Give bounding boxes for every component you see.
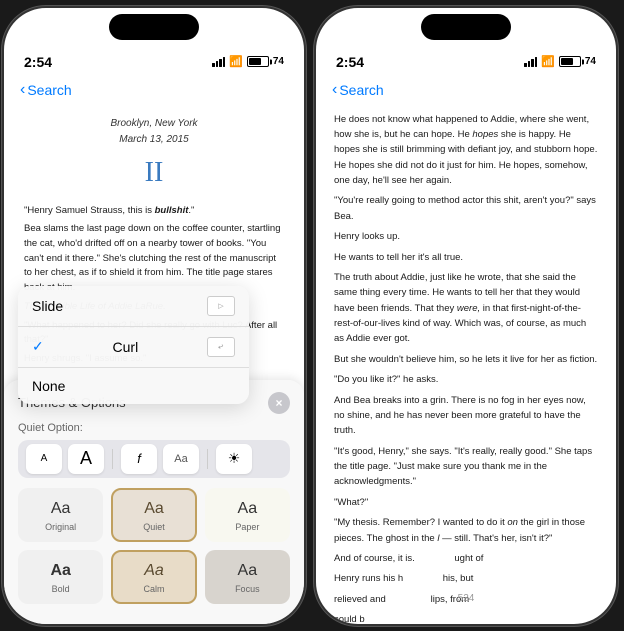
transition-menu: Slide ▷ ✓ Curl ↩ None <box>18 286 249 404</box>
brightness-icon: ☀ <box>228 450 241 467</box>
book-header: Brooklyn, New YorkMarch 13, 2015 II <box>24 116 284 194</box>
curl-label: Curl <box>113 339 139 355</box>
curl-icon: ↩ <box>207 337 235 357</box>
overlay-area: Slide ▷ ✓ Curl ↩ None <box>4 304 304 624</box>
curl-check-icon: ✓ <box>32 338 44 355</box>
theme-paper[interactable]: Aa Paper <box>205 488 290 542</box>
battery-label-right: 74 <box>585 56 596 67</box>
right-book-content: He does not know what happened to Addie,… <box>316 108 616 626</box>
font-divider-2 <box>207 449 208 469</box>
theme-bold-aa: Aa <box>50 562 70 580</box>
back-button-right[interactable]: ‹ Search <box>332 81 384 99</box>
chapter-number: II <box>24 152 284 194</box>
theme-original-label: Original <box>45 522 76 532</box>
theme-focus[interactable]: Aa Focus <box>205 550 290 604</box>
status-icons-left: 📶 74 <box>212 55 284 68</box>
battery-icon-left <box>247 56 269 67</box>
slide-label: Slide <box>32 298 63 314</box>
theme-calm-aa: Aa <box>144 562 164 580</box>
slide-icon: ▷ <box>207 296 235 316</box>
page-number: 524 <box>316 593 616 604</box>
back-label-right: Search <box>339 82 383 98</box>
theme-focus-aa: Aa <box>238 562 258 580</box>
back-arrow-icon-left: ‹ <box>20 81 25 99</box>
theme-original[interactable]: Aa Original <box>18 488 103 542</box>
theme-original-aa: Aa <box>51 500 71 518</box>
theme-focus-label: Focus <box>235 584 260 594</box>
theme-grid: Aa Original Aa Quiet Aa Paper Aa Bold <box>18 488 290 604</box>
wifi-icon-right: 📶 <box>541 55 555 68</box>
transition-slide[interactable]: Slide ▷ <box>18 286 249 327</box>
wifi-icon-left: 📶 <box>229 55 243 68</box>
right-phone: 2:54 📶 74 ‹ Search <box>314 6 618 626</box>
back-label-left: Search <box>27 82 71 98</box>
font-type-button[interactable]: f <box>121 444 157 474</box>
close-button[interactable]: × <box>268 392 290 414</box>
battery-icon-right <box>559 56 581 67</box>
font-decrease-button[interactable]: A <box>26 444 62 474</box>
status-bar-left: 2:54 📶 74 <box>4 40 304 76</box>
theme-calm[interactable]: Aa Calm <box>111 550 196 604</box>
back-arrow-icon-right: ‹ <box>332 81 337 99</box>
time-left: 2:54 <box>24 54 52 70</box>
font-increase-button[interactable]: A <box>68 444 104 474</box>
none-label: None <box>32 378 65 394</box>
theme-bold-label: Bold <box>52 584 70 594</box>
theme-quiet-label: Quiet <box>143 522 165 532</box>
theme-calm-label: Calm <box>143 584 164 594</box>
signal-icon-right <box>524 57 537 67</box>
nav-bar-left: ‹ Search <box>4 76 304 108</box>
theme-paper-aa: Aa <box>238 500 258 518</box>
theme-quiet-aa: Aa <box>144 500 164 518</box>
font-divider-1 <box>112 449 113 469</box>
book-location: Brooklyn, New YorkMarch 13, 2015 <box>24 116 284 148</box>
transition-none[interactable]: None <box>18 368 249 404</box>
theme-paper-label: Paper <box>235 522 259 532</box>
brightness-button[interactable]: ☀ <box>216 444 252 474</box>
dynamic-island-left <box>109 14 199 40</box>
quiet-option-label: Quiet Option: <box>18 422 290 434</box>
font-serif-button[interactable]: Aa <box>163 444 199 474</box>
left-phone: 2:54 📶 74 ‹ Search <box>2 6 306 626</box>
dynamic-island-right <box>421 14 511 40</box>
back-button-left[interactable]: ‹ Search <box>20 81 72 99</box>
theme-quiet[interactable]: Aa Quiet <box>111 488 196 542</box>
status-bar-right: 2:54 📶 74 <box>316 40 616 76</box>
font-controls: A A f Aa ☀ <box>18 440 290 478</box>
status-icons-right: 📶 74 <box>524 55 596 68</box>
signal-icon-left <box>212 57 225 67</box>
nav-bar-right: ‹ Search <box>316 76 616 108</box>
transition-curl[interactable]: ✓ Curl ↩ <box>18 327 249 368</box>
theme-bold[interactable]: Aa Bold <box>18 550 103 604</box>
time-right: 2:54 <box>336 54 364 70</box>
bottom-panel: Themes & Options × Quiet Option: A A f A… <box>4 380 304 624</box>
battery-label-left: 74 <box>273 56 284 67</box>
